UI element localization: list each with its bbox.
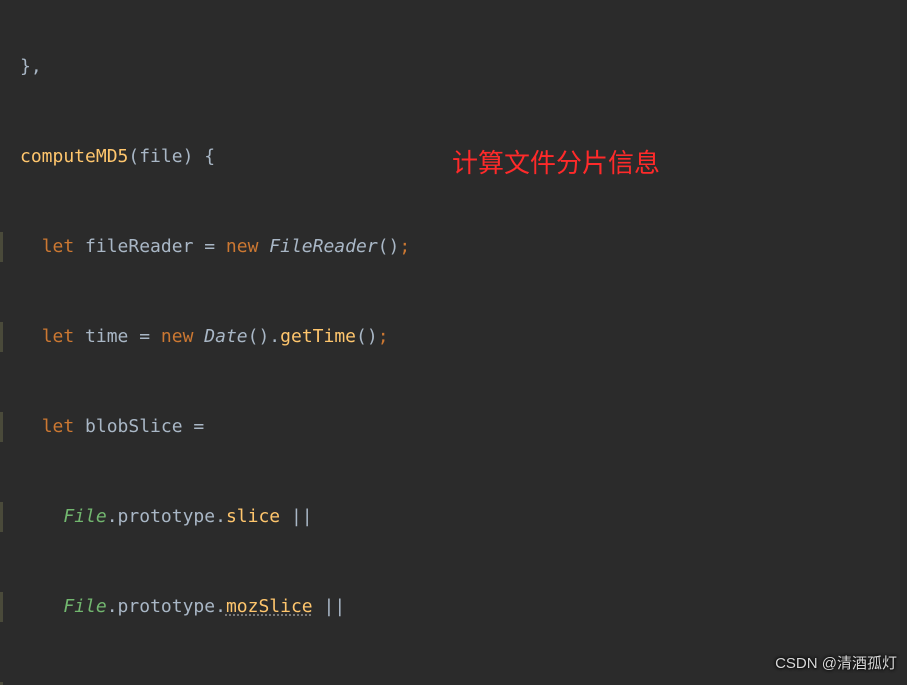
code-line: File.prototype.slice || <box>20 502 907 532</box>
op: || <box>280 506 313 527</box>
class-name: File <box>63 596 106 617</box>
text: ) { <box>183 146 216 167</box>
code-line: File.prototype.mozSlice || <box>20 592 907 622</box>
text: () <box>378 236 400 257</box>
method: getTime <box>280 326 356 347</box>
text: fileReader = <box>74 236 226 257</box>
code-line: let fileReader = new FileReader(); <box>20 232 907 262</box>
class-name: FileReader <box>269 236 377 257</box>
text: time = <box>74 326 161 347</box>
keyword: new <box>161 326 194 347</box>
text: (). <box>248 326 281 347</box>
keyword: let <box>42 326 75 347</box>
watermark: CSDN @清酒孤灯 <box>775 649 897 679</box>
class-name: Date <box>204 326 247 347</box>
keyword: let <box>42 236 75 257</box>
text: }, <box>20 56 42 77</box>
code-line: }, <box>20 52 907 82</box>
class-name: File <box>63 506 106 527</box>
text: blobSlice = <box>74 416 204 437</box>
method-name: computeMD5 <box>20 146 128 167</box>
semi: ; <box>399 236 410 257</box>
code-line: let blobSlice = <box>20 412 907 442</box>
method: slice <box>226 506 280 527</box>
code-block: }, computeMD5(file) { let fileReader = n… <box>0 0 907 685</box>
param: file <box>139 146 182 167</box>
text: .prototype. <box>107 596 226 617</box>
semi: ; <box>378 326 389 347</box>
text: () <box>356 326 378 347</box>
text: ( <box>128 146 139 167</box>
text: .prototype. <box>107 506 226 527</box>
code-line: let time = new Date().getTime(); <box>20 322 907 352</box>
keyword: let <box>42 416 75 437</box>
annotation-label: 计算文件分片信息 <box>452 148 660 178</box>
keyword: new <box>226 236 259 257</box>
method: mozSlice <box>226 596 313 617</box>
op: || <box>313 596 346 617</box>
